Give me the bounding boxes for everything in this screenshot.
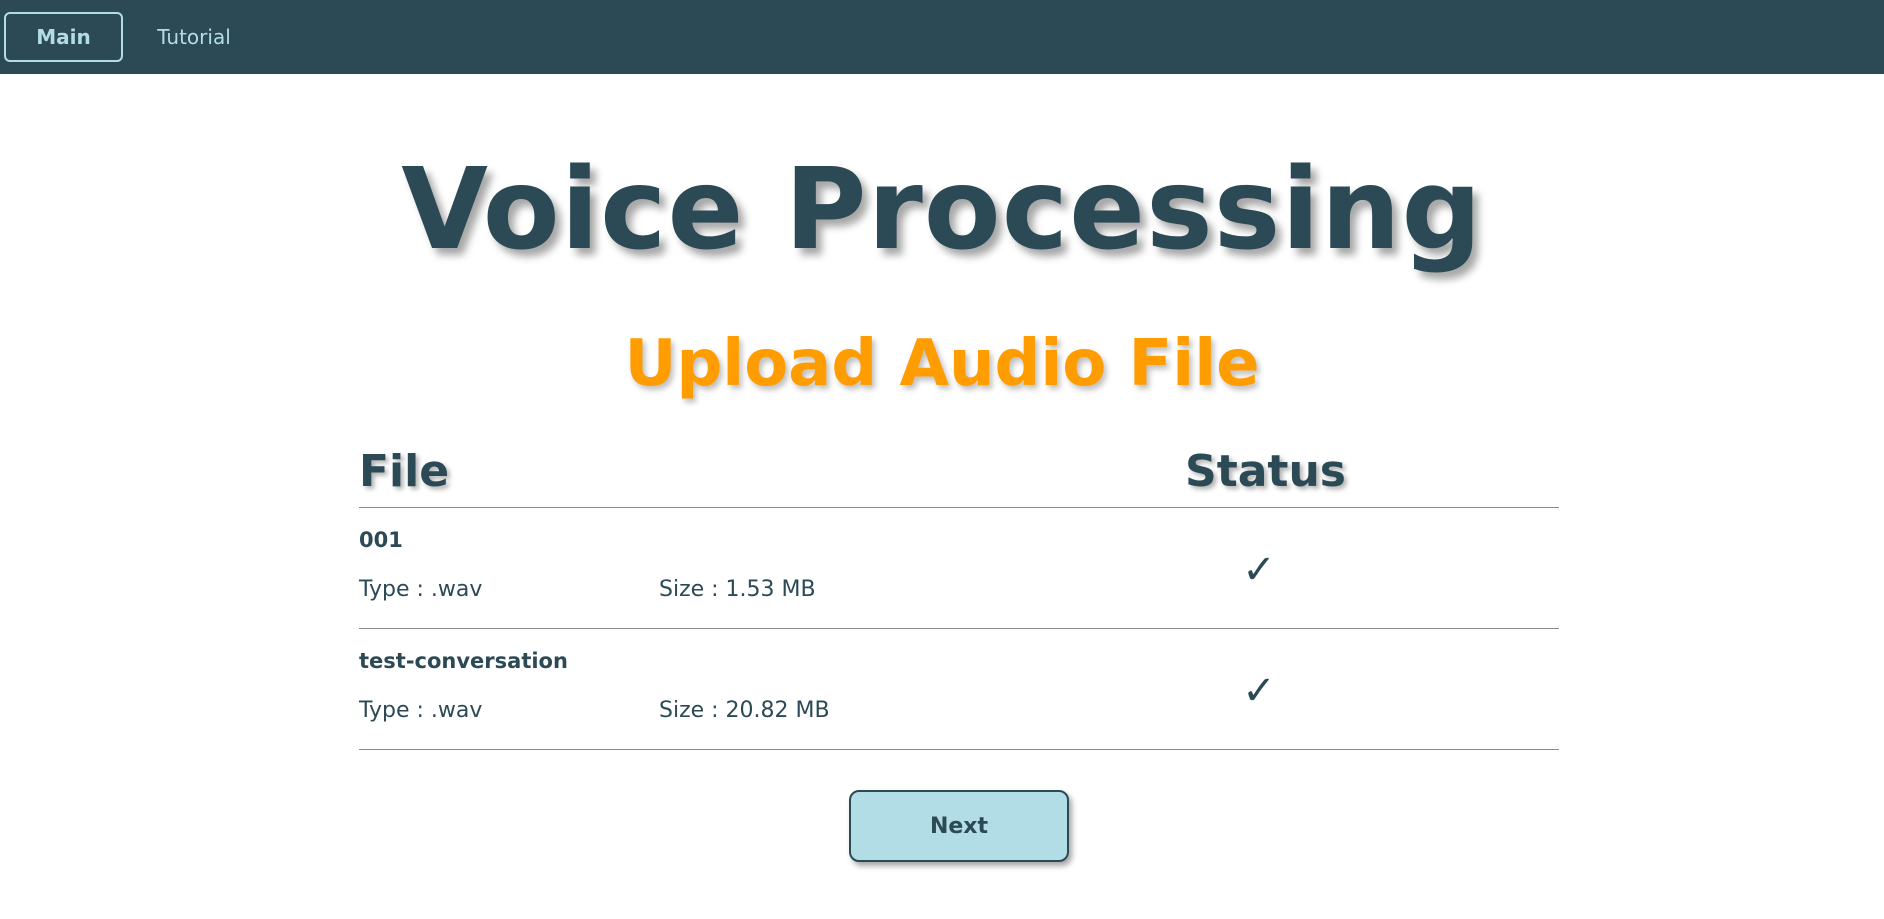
nav-tutorial-link[interactable]: Tutorial: [148, 12, 240, 62]
table-row: test-conversation Type : .wav Size : 20.…: [359, 629, 1559, 749]
checkmark-icon: ✓: [1242, 668, 1276, 714]
file-type: Type : .wav: [359, 698, 483, 723]
file-name: 001: [359, 528, 403, 552]
file-size: Size : 20.82 MB: [659, 698, 830, 723]
table-divider: [359, 749, 1559, 750]
table-row: 001 Type : .wav Size : 1.53 MB ✓: [359, 508, 1559, 628]
file-size: Size : 1.53 MB: [659, 577, 816, 602]
file-name: test-conversation: [359, 649, 568, 673]
checkmark-icon: ✓: [1242, 547, 1276, 593]
next-button[interactable]: Next: [849, 790, 1069, 862]
column-header-file: File: [359, 446, 450, 497]
nav-main-button[interactable]: Main: [4, 12, 123, 62]
page-subtitle: Upload Audio File: [624, 327, 1260, 401]
file-type: Type : .wav: [359, 577, 483, 602]
top-navbar: Main Tutorial: [0, 0, 1884, 74]
column-header-status: Status: [1185, 446, 1346, 497]
page-title: Voice Processing: [401, 145, 1483, 275]
